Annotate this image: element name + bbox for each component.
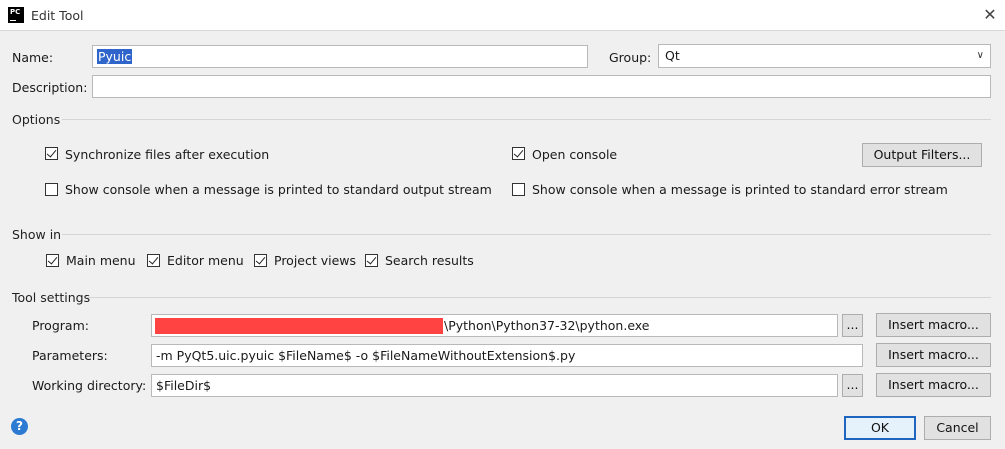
main-menu-label: Main menu [66, 253, 136, 268]
name-field[interactable]: Pyuic [92, 45, 588, 68]
sync-files-label: Synchronize files after execution [65, 147, 270, 162]
ok-button[interactable]: OK [844, 416, 916, 440]
pycharm-icon: PC [8, 7, 24, 23]
program-browse-button[interactable]: ... [842, 314, 863, 337]
title-bar: PC Edit Tool ✕ [0, 0, 1005, 31]
group-label: Group: [609, 50, 652, 65]
editor-menu-label: Editor menu [167, 253, 244, 268]
program-label: Program: [32, 318, 89, 333]
parameters-insert-macro-button[interactable]: Insert macro... [876, 343, 991, 367]
sync-files-checkbox[interactable] [45, 147, 58, 160]
redaction-bar [155, 318, 443, 334]
chevron-down-icon: ∨ [976, 50, 984, 61]
editor-menu-checkbox[interactable] [147, 254, 160, 267]
project-views-label: Project views [274, 253, 357, 268]
options-section-title: Options [12, 112, 61, 127]
parameters-field[interactable]: -m PyQt5.uic.pyuic $FileName$ -o $FileNa… [151, 344, 863, 367]
show-in-section-title: Show in [12, 227, 62, 242]
group-combobox[interactable]: Qt ∨ [658, 44, 991, 68]
main-menu-checkbox[interactable] [46, 254, 59, 267]
parameters-label: Parameters: [32, 348, 108, 363]
tool-settings-separator [86, 297, 991, 298]
close-icon[interactable]: ✕ [978, 3, 1002, 27]
search-results-label: Search results [385, 253, 474, 268]
help-icon[interactable]: ? [11, 418, 28, 435]
group-value: Qt [665, 48, 680, 63]
working-directory-value: $FileDir$ [156, 378, 212, 393]
name-value: Pyuic [97, 49, 133, 64]
working-directory-browse-button[interactable]: ... [842, 374, 863, 397]
output-filters-button[interactable]: Output Filters... [862, 143, 982, 167]
open-console-checkbox[interactable] [512, 147, 525, 160]
working-directory-insert-macro-button[interactable]: Insert macro... [876, 373, 991, 397]
options-separator [62, 119, 991, 120]
window-title: Edit Tool [31, 8, 84, 23]
show-console-stderr-label: Show console when a message is printed t… [532, 182, 948, 197]
program-insert-macro-button[interactable]: Insert macro... [876, 313, 991, 337]
working-directory-label: Working directory: [32, 378, 147, 393]
parameters-value: -m PyQt5.uic.pyuic $FileName$ -o $FileNa… [156, 348, 576, 363]
program-value: \Python\Python37-32\python.exe [444, 318, 650, 333]
show-console-stdout-label: Show console when a message is printed t… [65, 182, 492, 197]
tool-settings-section-title: Tool settings [12, 290, 91, 305]
name-label: Name: [12, 50, 54, 65]
open-console-label: Open console [532, 147, 618, 162]
description-field[interactable] [92, 75, 991, 98]
project-views-checkbox[interactable] [254, 254, 267, 267]
show-console-stdout-checkbox[interactable] [45, 183, 58, 196]
show-console-stderr-checkbox[interactable] [512, 183, 525, 196]
cancel-button[interactable]: Cancel [924, 416, 991, 440]
working-directory-field[interactable]: $FileDir$ [151, 374, 838, 397]
description-label: Description: [12, 80, 88, 95]
show-in-separator [62, 234, 991, 235]
search-results-checkbox[interactable] [365, 254, 378, 267]
